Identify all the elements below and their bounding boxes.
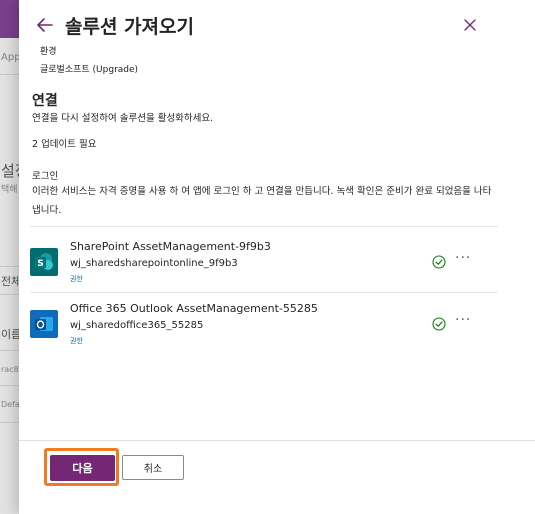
back-button[interactable] [34, 14, 56, 36]
connection-row-outlook[interactable]: Office 365 Outlook AssetManagement-55285… [30, 298, 498, 354]
permissions-link[interactable]: 권한 [70, 336, 83, 346]
environment-value: 글로벌소프트 (Upgrade) [40, 65, 139, 75]
login-heading: 로그인 [32, 171, 59, 182]
connection-name: SharePoint AssetManagement-9f9b3 [70, 240, 271, 253]
more-options-icon[interactable]: ··· [455, 312, 471, 328]
connection-user: wj_sharedsharepointonline_9f9b3 [70, 258, 238, 269]
connections-description: 연결을 다시 설정하여 솔루션을 활성화하세요. [32, 113, 214, 124]
connection-user: wj_sharedoffice365_55285 [70, 320, 204, 331]
sharepoint-icon: S [30, 248, 58, 276]
connections-heading: 연결 [32, 93, 58, 109]
panel-title: 솔루션 가져오기 [65, 16, 194, 38]
login-description: 이러한 서비스는 자격 증명을 사용 하 여 앱에 로그인 하 고 연결을 만듭… [32, 186, 492, 216]
back-arrow-icon [37, 18, 53, 32]
footer-divider [19, 440, 535, 441]
connection-divider [30, 292, 498, 293]
svg-text:S: S [37, 259, 43, 269]
cancel-button[interactable]: 취소 [122, 455, 184, 480]
connection-name: Office 365 Outlook AssetManagement-55285 [70, 302, 318, 315]
check-circle-icon [432, 254, 446, 269]
update-needed-count: 2 업데이트 필요 [32, 139, 97, 150]
connection-row-sharepoint[interactable]: S SharePoint AssetManagement-9f9b3 wj_sh… [30, 236, 498, 292]
outlook-icon [30, 310, 58, 338]
more-options-icon[interactable]: ··· [455, 250, 471, 266]
environment-label: 환경 [40, 47, 57, 57]
close-button[interactable] [460, 15, 480, 35]
next-button[interactable]: 다음 [50, 455, 115, 481]
connections-divider [30, 226, 498, 227]
permissions-link[interactable]: 권한 [70, 274, 83, 284]
check-circle-icon [432, 316, 446, 331]
close-icon [464, 19, 476, 31]
